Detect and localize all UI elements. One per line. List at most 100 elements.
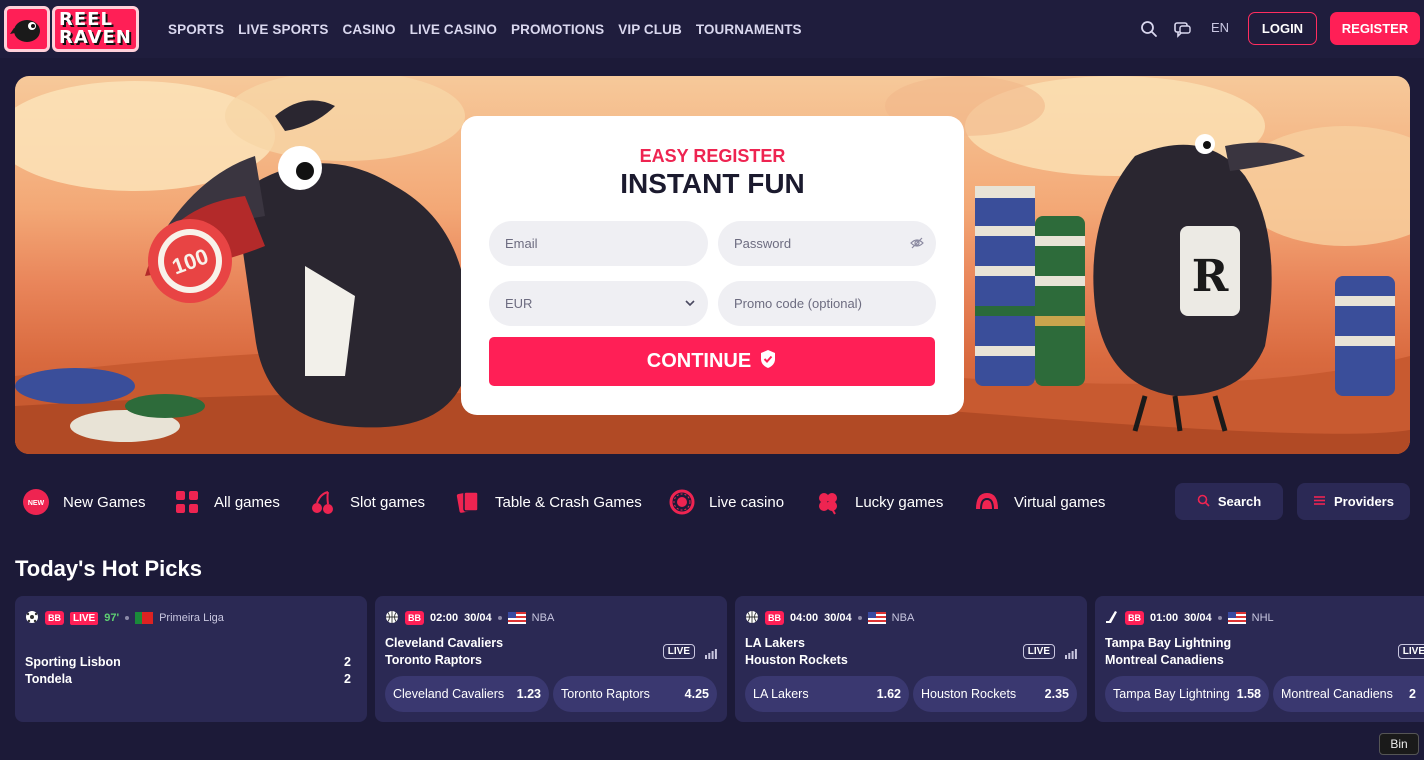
nav-casino[interactable]: CASINO bbox=[343, 22, 396, 37]
continue-button[interactable]: CONTINUE bbox=[489, 337, 935, 386]
away-team: Montreal Canadiens bbox=[1105, 653, 1224, 667]
live-badge: LIVE bbox=[70, 611, 99, 625]
odds-team: LA Lakers bbox=[753, 687, 809, 701]
password-field[interactable] bbox=[718, 221, 936, 266]
search-label: Search bbox=[1217, 494, 1262, 509]
roulette-icon bbox=[668, 488, 696, 516]
away-team: Houston Rockets bbox=[745, 653, 848, 667]
match-card[interactable]: BB 02:00 30/04 NBA Cleveland Cavaliers T… bbox=[375, 596, 727, 722]
separator-dot bbox=[857, 616, 862, 620]
eye-off-icon[interactable] bbox=[910, 236, 924, 253]
register-card: EASY REGISTER INSTANT FUN EUR CONTINUE bbox=[461, 116, 964, 415]
away-team: Tondela bbox=[25, 672, 72, 686]
nav-promotions[interactable]: PROMOTIONS bbox=[511, 22, 604, 37]
nav-tournaments[interactable]: TOURNAMENTS bbox=[696, 22, 802, 37]
register-subtitle: EASY REGISTER bbox=[639, 146, 786, 166]
search-icon[interactable] bbox=[1138, 18, 1160, 40]
odds-team: Tampa Bay Lightning bbox=[1113, 687, 1230, 701]
site-logo[interactable]: REEL RAVEN bbox=[4, 6, 156, 52]
match-card[interactable]: BB LIVE 97' Primeira Liga Sporting Lisbo… bbox=[15, 596, 367, 722]
category-label: All games bbox=[214, 493, 280, 511]
logo-wordmark: REEL RAVEN bbox=[52, 6, 139, 52]
odds-button[interactable]: Toronto Raptors 4.25 bbox=[553, 676, 717, 712]
match-header: BB 01:00 30/04 NHL bbox=[1105, 610, 1274, 626]
home-score: 2 bbox=[344, 655, 351, 669]
match-date: 30/04 bbox=[1184, 612, 1212, 624]
category-all-games[interactable]: All games bbox=[173, 482, 280, 522]
promo-code-input[interactable] bbox=[734, 296, 894, 311]
league-name: NHL bbox=[1251, 612, 1274, 624]
register-button[interactable]: REGISTER bbox=[1330, 12, 1420, 45]
category-label: Virtual games bbox=[1014, 493, 1106, 511]
odds-value: 1.62 bbox=[876, 687, 901, 701]
bet-builder-badge: BB bbox=[45, 611, 64, 625]
away-score: 2 bbox=[344, 672, 351, 686]
separator-dot bbox=[125, 616, 130, 620]
odds-value: 2 bbox=[1409, 687, 1416, 701]
match-header: BB LIVE 97' Primeira Liga bbox=[25, 610, 224, 626]
soccer-ball-icon bbox=[25, 610, 39, 627]
cherry-icon bbox=[309, 488, 337, 516]
nav-vip-club[interactable]: VIP CLUB bbox=[618, 22, 682, 37]
email-input[interactable] bbox=[505, 236, 665, 251]
away-team: Toronto Raptors bbox=[385, 653, 482, 667]
home-team: LA Lakers bbox=[745, 636, 805, 650]
nav-live-sports[interactable]: LIVE SPORTS bbox=[238, 22, 328, 37]
league-name: NBA bbox=[531, 612, 555, 624]
odds-team: Montreal Canadiens bbox=[1281, 687, 1393, 701]
currency-value: EUR bbox=[505, 296, 533, 311]
category-virtual-games[interactable]: Virtual games bbox=[973, 482, 1105, 522]
category-label: Slot games bbox=[350, 493, 426, 511]
home-team: Cleveland Cavaliers bbox=[385, 636, 504, 650]
category-label: Table & Crash Games bbox=[495, 493, 642, 511]
live-stream-tag: LIVE bbox=[1022, 644, 1055, 659]
match-card[interactable]: BB 04:00 30/04 NBA LA Lakers Houston Roc… bbox=[735, 596, 1087, 722]
password-input[interactable] bbox=[734, 236, 894, 251]
basketball-icon bbox=[385, 610, 399, 627]
tooltip: Bin bbox=[1379, 733, 1419, 755]
usa-flag-icon bbox=[867, 612, 886, 624]
odds-button[interactable]: Houston Rockets 2.35 bbox=[913, 676, 1077, 712]
language-selector[interactable]: EN bbox=[1211, 20, 1229, 35]
category-lucky-games[interactable]: Lucky games bbox=[814, 482, 943, 522]
games-search-button[interactable]: Search bbox=[1175, 483, 1283, 520]
cards-icon bbox=[454, 488, 482, 516]
odds-button[interactable]: Tampa Bay Lightning 1.58 bbox=[1105, 676, 1269, 712]
category-live-casino[interactable]: Live casino bbox=[668, 482, 784, 522]
league-name: Primeira Liga bbox=[159, 612, 224, 624]
email-field[interactable] bbox=[489, 221, 708, 266]
category-label: New Games bbox=[63, 493, 146, 511]
login-button[interactable]: LOGIN bbox=[1248, 12, 1317, 45]
nav-live-casino[interactable]: LIVE CASINO bbox=[410, 22, 497, 37]
hockey-stick-icon bbox=[1105, 610, 1119, 627]
nav-sports[interactable]: SPORTS bbox=[168, 22, 224, 37]
list-icon bbox=[1313, 494, 1326, 510]
main-nav: SPORTS LIVE SPORTS CASINO LIVE CASINO PR… bbox=[168, 0, 816, 58]
clover-icon bbox=[814, 488, 842, 516]
category-label: Live casino bbox=[709, 493, 785, 511]
currency-select[interactable]: EUR bbox=[489, 281, 708, 326]
providers-button[interactable]: Providers bbox=[1297, 483, 1410, 520]
promo-code-field[interactable] bbox=[718, 281, 936, 326]
match-minute: 97' bbox=[104, 612, 120, 624]
category-slot-games[interactable]: Slot games bbox=[309, 482, 425, 522]
signal-icon bbox=[1065, 646, 1077, 659]
top-header: REEL RAVEN SPORTS LIVE SPORTS CASINO LIV… bbox=[0, 0, 1424, 58]
odds-button[interactable]: LA Lakers 1.62 bbox=[745, 676, 909, 712]
odds-value: 1.58 bbox=[1236, 687, 1261, 701]
odds-button[interactable]: Montreal Canadiens 2 bbox=[1273, 676, 1424, 712]
svg-text:NEW: NEW bbox=[28, 500, 45, 507]
register-title: INSTANT FUN bbox=[620, 168, 805, 199]
odds-button[interactable]: Cleveland Cavaliers 1.23 bbox=[385, 676, 549, 712]
category-table-crash[interactable]: Table & Crash Games bbox=[454, 482, 642, 522]
svg-text:R: R bbox=[1192, 251, 1229, 302]
category-new-games[interactable]: NEW New Games bbox=[22, 482, 146, 522]
bet-builder-badge: BB bbox=[1125, 611, 1144, 625]
grid-icon bbox=[173, 488, 201, 516]
search-icon bbox=[1197, 494, 1210, 510]
separator-dot bbox=[497, 616, 502, 620]
live-stream-tag: LIVE bbox=[662, 644, 695, 659]
home-team: Tampa Bay Lightning bbox=[1105, 636, 1232, 650]
chat-icon[interactable] bbox=[1171, 18, 1193, 40]
match-card[interactable]: BB 01:00 30/04 NHL Tampa Bay Lightning M… bbox=[1095, 596, 1424, 722]
